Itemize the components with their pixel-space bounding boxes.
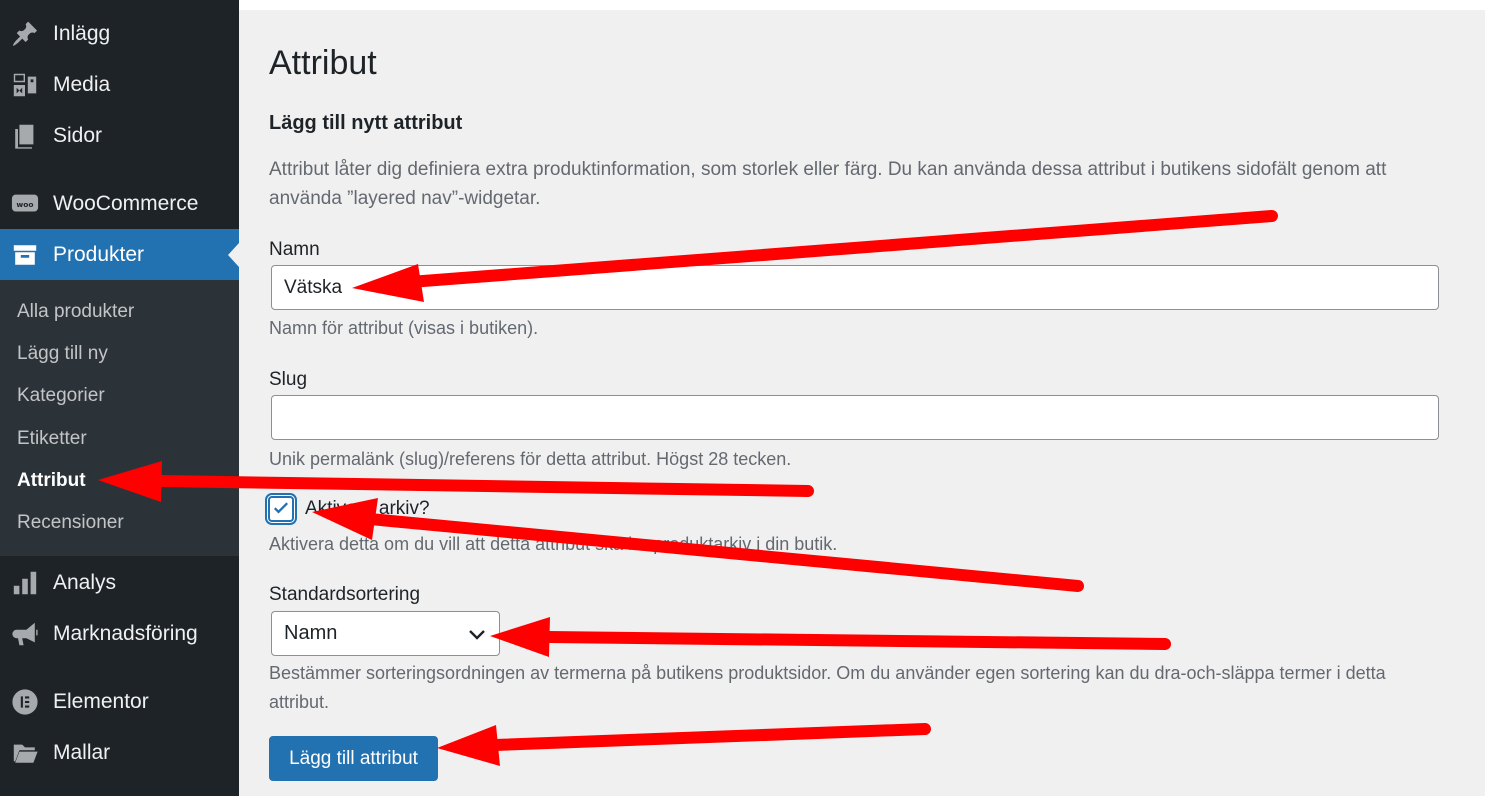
select-value: Namn [284, 622, 338, 644]
menu-label: Inlägg [53, 21, 111, 45]
checkmark-icon [274, 502, 288, 514]
woo-icon: woo [10, 189, 40, 219]
submenu-item-add-new[interactable]: Lägg till ny [17, 343, 108, 365]
archive-icon [10, 240, 40, 270]
menu-label: Mallar [53, 740, 111, 764]
admin-sidebar: Inlägg Media Sidor woo WooCommerce Produ… [0, 0, 239, 796]
archive-hint: Aktivera detta om du vill att detta attr… [269, 534, 838, 554]
submenu-item-attributes[interactable]: Attribut [17, 470, 86, 492]
media-icon [10, 70, 40, 100]
megaphone-icon [10, 619, 40, 649]
submenu-item-categories[interactable]: Kategorier [17, 385, 105, 407]
submenu-item-all-products[interactable]: Alla produkter [17, 301, 134, 323]
sort-label: Standardsortering [269, 584, 421, 605]
intro-text: Attribut låter dig definiera extra produ… [269, 159, 1387, 209]
slug-hint: Unik permalänk (slug)/referens för detta… [269, 449, 792, 469]
elementor-icon [10, 687, 40, 717]
slug-label: Slug [269, 369, 308, 390]
menu-label: Media [53, 72, 111, 96]
menu-item-products[interactable]: Produkter [0, 229, 239, 280]
content-top-strip [239, 0, 1485, 10]
folder-icon [10, 738, 40, 768]
name-hint: Namn för attribut (visas i butiken). [269, 318, 539, 338]
menu-label: Sidor [53, 123, 103, 147]
menu-item-posts[interactable]: Inlägg [0, 8, 239, 59]
menu-label: Analys [53, 570, 117, 594]
sort-hint: Bestämmer sorteringsordningen av termern… [269, 663, 1386, 712]
arrow-to-attribut-menu [154, 475, 814, 497]
menu-item-analytics[interactable]: Analys [0, 557, 239, 608]
pin-icon [10, 19, 40, 49]
name-input[interactable] [271, 265, 1439, 310]
default-sort-select[interactable]: Namn [271, 611, 500, 656]
chart-bar-icon [10, 568, 40, 598]
products-submenu: Alla produkter Lägg till ny Kategorier E… [0, 280, 239, 556]
menu-item-woocommerce[interactable]: woo WooCommerce [0, 178, 239, 229]
menu-label: Produkter [53, 242, 145, 266]
arrow-to-add-button [489, 723, 931, 751]
section-title: Lägg till nytt attribut [269, 112, 463, 134]
slug-input[interactable] [271, 395, 1439, 440]
enable-archive-checkbox[interactable] [268, 496, 294, 522]
menu-item-templates[interactable]: Mallar [0, 727, 239, 778]
menu-item-pages[interactable]: Sidor [0, 110, 239, 161]
svg-text:woo: woo [16, 199, 33, 208]
submenu-item-reviews[interactable]: Recensioner [17, 512, 124, 534]
arrow-to-sort-select [542, 631, 1171, 650]
menu-label: Marknadsföring [53, 621, 198, 645]
menu-label: WooCommerce [53, 191, 199, 215]
name-label: Namn [269, 239, 320, 260]
pages-icon [10, 121, 40, 151]
enable-archive-label: Aktivera arkiv? [305, 498, 430, 519]
add-attribute-button[interactable]: Lägg till attribut [269, 736, 438, 781]
menu-item-media[interactable]: Media [0, 59, 239, 110]
submenu-item-tags[interactable]: Etiketter [17, 428, 87, 450]
page-title: Attribut [269, 44, 377, 82]
chevron-down-icon [469, 630, 485, 640]
menu-label: Elementor [53, 689, 149, 713]
menu-item-elementor[interactable]: Elementor [0, 676, 239, 727]
menu-item-marketing[interactable]: Marknadsföring [0, 608, 239, 659]
